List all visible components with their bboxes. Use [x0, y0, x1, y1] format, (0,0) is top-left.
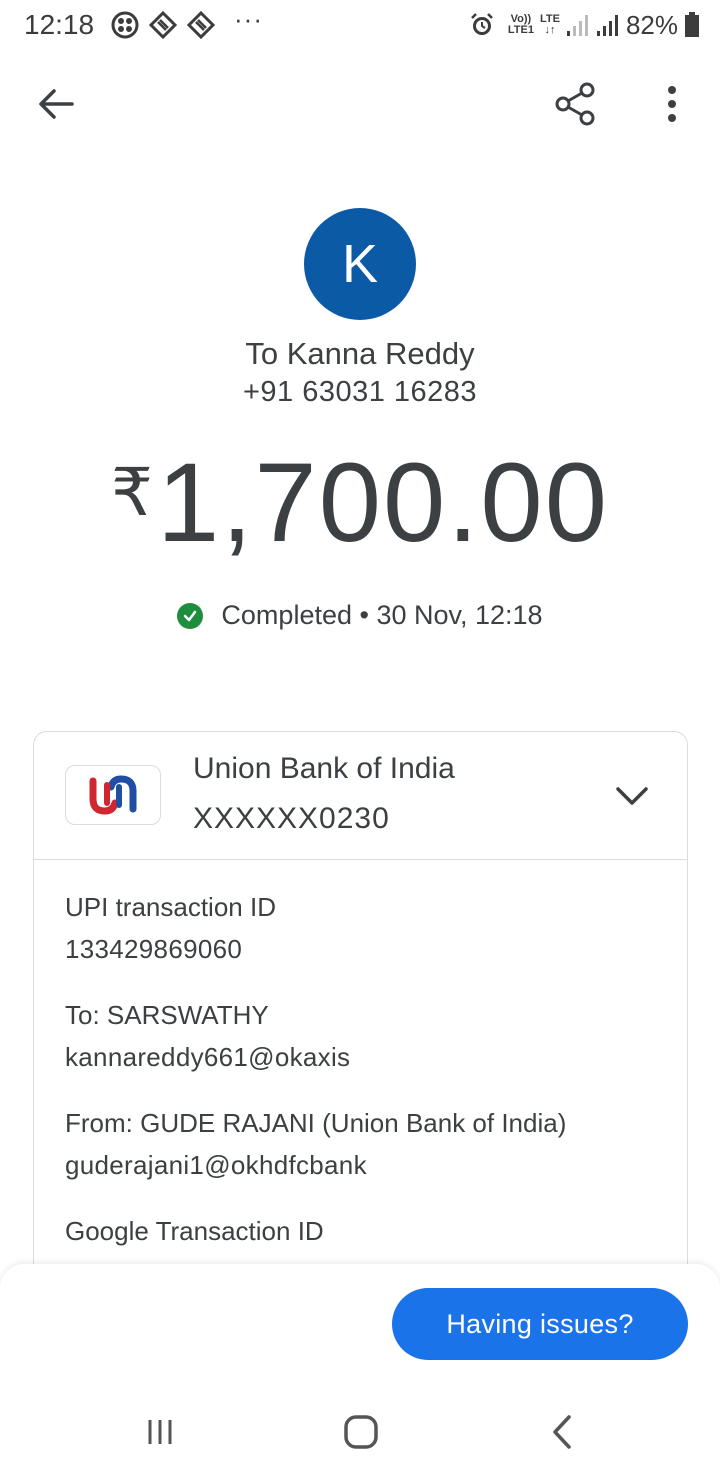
transaction-details-card: Union Bank of India XXXXXX0230 UPI trans…	[33, 731, 688, 1331]
recipient-details: To: SARSWATHY kannareddy661@okaxis	[65, 1000, 665, 1072]
share-icon[interactable]	[550, 80, 602, 128]
payee-phone: +91 63031 16283	[242, 376, 478, 408]
lte-indicator: LTE ↓↑	[539, 13, 560, 36]
sender-label: From: GUDE RAJANI (Union Bank of India)	[65, 1108, 567, 1138]
sender-details: From: GUDE RAJANI (Union Bank of India) …	[65, 1108, 665, 1180]
battery-percent: 82%	[625, 9, 678, 40]
avatar: K	[304, 208, 416, 320]
upi-transaction-id-label: UPI transaction ID	[65, 892, 276, 922]
bank-name: Union Bank of India	[193, 752, 455, 785]
having-issues-button[interactable]: Having issues?	[392, 1288, 688, 1360]
sender-upi-id: guderajani1@okhdfcbank	[65, 1150, 367, 1180]
battery-icon	[685, 12, 699, 37]
arrow-back-icon[interactable]	[32, 80, 80, 128]
payee-name: To Kanna Reddy	[245, 336, 475, 371]
alarm-icon	[471, 13, 493, 35]
more-vert-icon[interactable]	[650, 80, 694, 128]
google-transaction-id: Google Transaction ID	[65, 1216, 665, 1246]
recipient-upi-id: kannareddy661@okaxis	[65, 1042, 351, 1072]
currency-symbol: ₹	[111, 455, 156, 529]
bank-logo	[65, 765, 161, 825]
bank-account-row[interactable]: Union Bank of India XXXXXX0230	[34, 732, 687, 860]
upi-transaction-id-value: 133429869060	[65, 934, 243, 964]
home-icon[interactable]	[331, 1408, 391, 1456]
google-transaction-id-label: Google Transaction ID	[65, 1216, 324, 1246]
notification-shield-icon-2	[186, 10, 216, 40]
bank-account-number: XXXXXX0230	[193, 802, 390, 835]
amount-value: 1,700.00	[157, 440, 609, 565]
status-time: 12:18	[24, 9, 95, 40]
status-text: Completed • 30 Nov, 12:18	[221, 600, 543, 630]
notification-app-icon	[111, 11, 139, 39]
chevron-down-icon[interactable]	[612, 776, 652, 816]
recents-icon[interactable]	[130, 1408, 190, 1456]
status-bar: 12:18 ··· Vo)) LTE1 LTE ↓↑ 82%	[0, 0, 720, 52]
check-circle-icon	[177, 602, 204, 629]
notification-shield-icon	[148, 10, 178, 40]
recipient-label: To: SARSWATHY	[65, 1000, 269, 1030]
volte-indicator: Vo)) LTE1	[507, 13, 534, 36]
details-list: UPI transaction ID 133429869060 To: SARS…	[65, 892, 665, 1282]
system-nav-bar	[0, 1392, 720, 1480]
union-bank-logo-icon	[89, 775, 137, 815]
nav-back-icon[interactable]	[533, 1408, 593, 1456]
amount: ₹1,700.00	[0, 438, 720, 567]
payment-status: Completed • 30 Nov, 12:18	[0, 600, 720, 631]
signal-icon-1	[566, 15, 588, 36]
upi-transaction-id: UPI transaction ID 133429869060	[65, 892, 665, 964]
more-notifications-icon: ···	[234, 4, 263, 34]
status-right: Vo)) LTE1 LTE ↓↑ 82%	[468, 8, 700, 42]
signal-icon-2	[596, 15, 618, 36]
